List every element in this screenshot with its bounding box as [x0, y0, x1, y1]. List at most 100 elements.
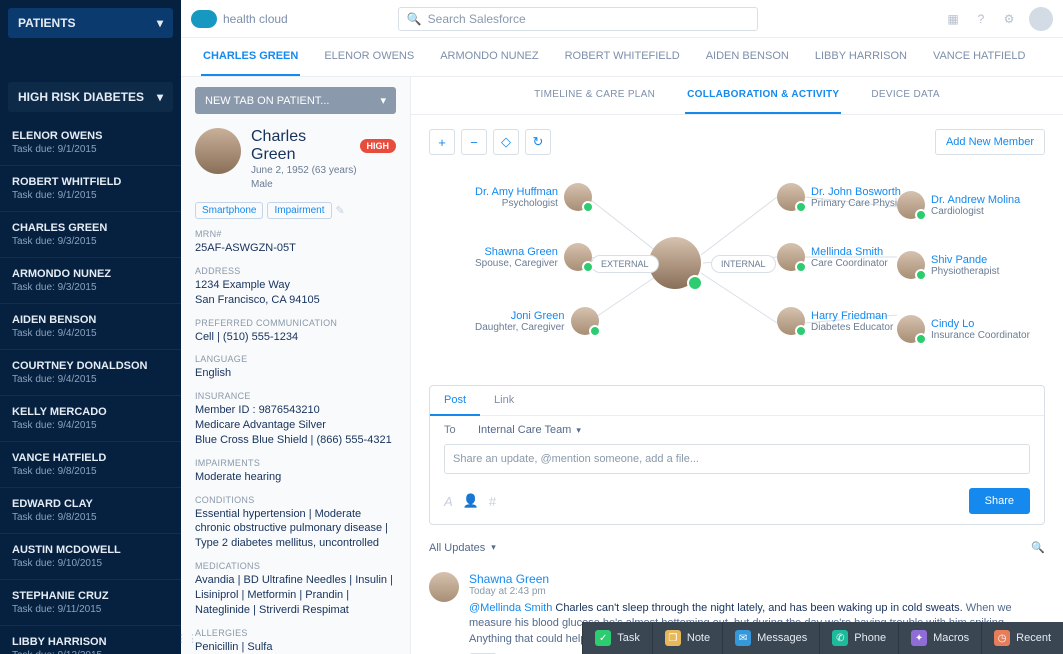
utility-label: Messages: [757, 632, 807, 644]
patient-item-name: AIDEN BENSON: [12, 314, 169, 326]
sidebar-patient-item[interactable]: AUSTIN MCDOWELLTask due: 9/10/2015: [0, 534, 181, 580]
care-team-member[interactable]: Joni GreenDaughter, Caregiver: [475, 307, 599, 335]
utility-macros[interactable]: ✦Macros: [898, 622, 981, 654]
to-selector[interactable]: Internal Care Team ▾: [478, 424, 581, 436]
sidebar-patient-item[interactable]: AIDEN BENSONTask due: 9/4/2015: [0, 304, 181, 350]
sidebar-patient-item[interactable]: VANCE HATFIELDTask due: 9/8/2015: [0, 442, 181, 488]
care-team-member[interactable]: Dr. John BosworthPrimary Care Physician: [777, 183, 915, 211]
care-team-member[interactable]: Shiv PandePhysiotherapist: [897, 251, 999, 279]
post-tab[interactable]: Post: [430, 386, 480, 416]
resize-handle-icon[interactable]: ⋮⋮: [406, 632, 411, 648]
tag-impairment[interactable]: Impairment: [267, 202, 331, 219]
comm-label: PREFERRED COMMUNICATION: [195, 318, 396, 328]
patient-item-name: LIBBY HARRISON: [12, 636, 169, 648]
utility-messages[interactable]: ✉Messages: [722, 622, 819, 654]
user-avatar[interactable]: [1029, 7, 1053, 31]
chevron-down-icon: ▾: [576, 425, 581, 436]
sidebar-patient-item[interactable]: ELENOR OWENSTask due: 9/1/2015: [0, 120, 181, 166]
patient-tags: Smartphone Impairment ✎: [195, 202, 396, 219]
member-name: Shawna Green: [475, 246, 558, 258]
post-input[interactable]: Share an update, @mention someone, add a…: [444, 444, 1030, 474]
new-tab-button[interactable]: NEW TAB ON PATIENT... ▾: [195, 87, 396, 114]
care-team-member[interactable]: Dr. Andrew MolinaCardiologist: [897, 191, 1020, 219]
patient-tab[interactable]: CHARLES GREEN: [201, 38, 300, 76]
allergies-label: ALLERGIES: [195, 628, 396, 638]
hashtag-icon[interactable]: #: [489, 494, 496, 509]
search-icon[interactable]: 🔍: [1031, 541, 1045, 554]
apps-grid-icon[interactable]: ▦: [945, 11, 961, 27]
share-button[interactable]: Share: [969, 488, 1030, 514]
care-team-member[interactable]: Cindy LoInsurance Coordinator: [897, 315, 1030, 343]
feed-author[interactable]: Shawna Green: [469, 572, 1045, 586]
utility-phone[interactable]: ✆Phone: [819, 622, 898, 654]
help-icon[interactable]: ?: [973, 11, 989, 27]
utility-task[interactable]: ✓Task: [582, 622, 652, 654]
sidebar-patient-item[interactable]: STEPHANIE CRUZTask due: 9/11/2015: [0, 580, 181, 626]
post-placeholder: Share an update, @mention someone, add a…: [453, 453, 699, 465]
add-new-member-button[interactable]: Add New Member: [935, 129, 1045, 155]
section-tab[interactable]: DEVICE DATA: [869, 77, 942, 114]
chevron-down-icon: ▾: [380, 94, 386, 107]
sidebar-patient-item[interactable]: COURTNEY DONALDSONTask due: 9/4/2015: [0, 350, 181, 396]
conditions-value: Essential hypertension | Moderate chroni…: [195, 507, 396, 552]
phone-icon: ✆: [832, 630, 848, 646]
note-icon: ❐: [665, 630, 681, 646]
member-name: Cindy Lo: [931, 318, 1030, 330]
tag-smartphone[interactable]: Smartphone: [195, 202, 263, 219]
updates-filter[interactable]: All Updates ▾ 🔍: [411, 531, 1063, 564]
patient-tab[interactable]: ROBERT WHITEFIELD: [563, 38, 682, 76]
patient-item-name: AUSTIN MCDOWELL: [12, 544, 169, 556]
patient-tab[interactable]: LIBBY HARRISON: [813, 38, 909, 76]
utility-label: Recent: [1016, 632, 1051, 644]
section-tab[interactable]: COLLABORATION & ACTIVITY: [685, 77, 841, 114]
member-avatar: [777, 183, 805, 211]
mention-icon[interactable]: 👤: [463, 493, 479, 509]
care-team-graph: EXTERNAL INTERNAL Dr. Amy HuffmanPsychol…: [429, 155, 1045, 365]
patient-item-name: STEPHANIE CRUZ: [12, 590, 169, 602]
risk-badge: HIGH: [360, 139, 397, 153]
sidebar-patient-item[interactable]: KELLY MERCADOTask due: 9/4/2015: [0, 396, 181, 442]
feed-time: Today at 2:43 pm: [469, 586, 1045, 597]
patient-item-due: Task due: 9/3/2015: [12, 236, 169, 247]
sidebar-patient-item[interactable]: CHARLES GREENTask due: 9/3/2015: [0, 212, 181, 258]
care-team-member[interactable]: Harry FriedmanDiabetes Educator: [777, 307, 893, 335]
gear-icon[interactable]: ⚙: [1001, 11, 1017, 27]
care-team-member[interactable]: Dr. Amy HuffmanPsychologist: [475, 183, 592, 211]
edit-tags-icon[interactable]: ✎: [336, 204, 345, 217]
link-tab[interactable]: Link: [480, 386, 528, 415]
resize-handle-icon[interactable]: ⋮⋮: [176, 632, 184, 648]
expand-button[interactable]: ◇: [493, 129, 519, 155]
feed-mention[interactable]: @Mellinda Smith: [469, 602, 552, 614]
patient-item-name: VANCE HATFIELD: [12, 452, 169, 464]
global-search[interactable]: 🔍 Search Salesforce: [398, 7, 758, 31]
add-button[interactable]: +: [429, 129, 455, 155]
member-name: Shiv Pande: [931, 254, 999, 266]
text-format-icon[interactable]: A: [444, 494, 453, 509]
patient-item-name: ELENOR OWENS: [12, 130, 169, 142]
patient-tab[interactable]: AIDEN BENSON: [704, 38, 791, 76]
utility-recent[interactable]: ◷Recent: [981, 622, 1063, 654]
sidebar-patient-item[interactable]: EDWARD CLAYTask due: 9/8/2015: [0, 488, 181, 534]
sidebar-patient-item[interactable]: ARMONDO NUNEZTask due: 9/3/2015: [0, 258, 181, 304]
patient-name-row: Charles Green HIGH: [251, 128, 396, 164]
patient-tab[interactable]: ARMONDO NUNEZ: [438, 38, 540, 76]
care-team-member[interactable]: Mellinda SmithCare Coordinator: [777, 243, 888, 271]
filter-dropdown[interactable]: HIGH RISK DIABETES ▾: [8, 82, 173, 112]
patient-tabs: CHARLES GREEN ELENOR OWENS ARMONDO NUNEZ RO…: [181, 38, 1063, 77]
main-area: health cloud 🔍 Search Salesforce ▦ ? ⚙ C…: [181, 0, 1063, 654]
sidebar-patient-item[interactable]: LIBBY HARRISONTask due: 9/12/2015: [0, 626, 181, 654]
remove-button[interactable]: −: [461, 129, 487, 155]
check-icon: [915, 209, 927, 221]
patient-tab[interactable]: VANCE HATFIELD: [931, 38, 1028, 76]
utility-note[interactable]: ❐Note: [652, 622, 722, 654]
chevron-down-icon: ▾: [157, 90, 163, 104]
patient-profile-panel: NEW TAB ON PATIENT... ▾ Charles Green HI…: [181, 77, 411, 654]
brand-label: health cloud: [223, 12, 288, 26]
patient-tab[interactable]: ELENOR OWENS: [322, 38, 416, 76]
check-icon: [582, 261, 594, 273]
care-team-member[interactable]: Shawna GreenSpouse, Caregiver: [475, 243, 592, 271]
sidebar-patient-item[interactable]: ROBERT WHITFIELDTask due: 9/1/2015: [0, 166, 181, 212]
refresh-button[interactable]: ↻: [525, 129, 551, 155]
patients-dropdown[interactable]: PATIENTS ▾: [8, 8, 173, 38]
section-tab[interactable]: TIMELINE & CARE PLAN: [532, 77, 657, 114]
